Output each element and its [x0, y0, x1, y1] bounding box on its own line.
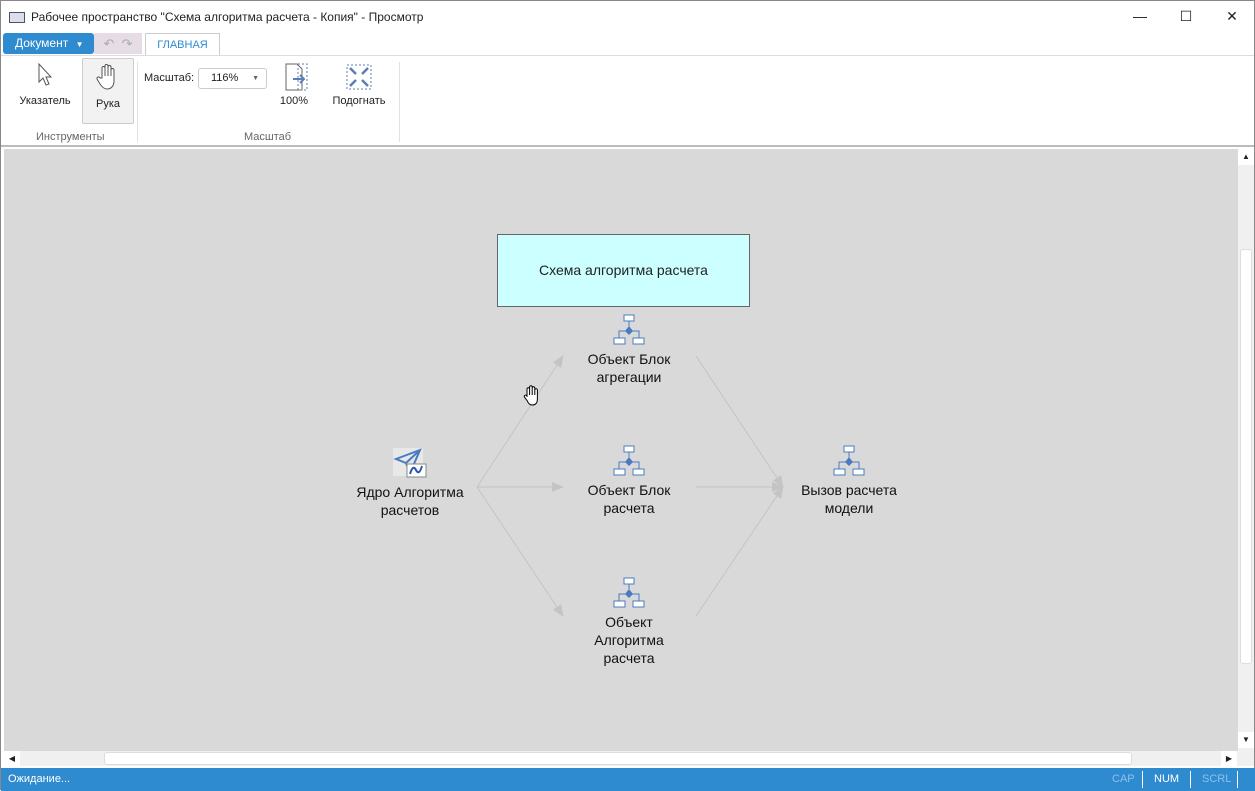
hierarchy-icon	[613, 314, 645, 345]
node-algorithm[interactable]: Объект Алгоритма расчета	[559, 577, 699, 667]
tab-main[interactable]: ГЛАВНАЯ	[145, 33, 220, 56]
divider	[399, 62, 400, 142]
group-tools-label: Инструменты	[36, 131, 105, 143]
redo-icon[interactable]: ↷	[122, 36, 133, 51]
group-scale-label: Масштаб	[244, 131, 292, 143]
hand-icon	[96, 64, 115, 90]
diagram-title-box[interactable]: Схема алгоритма расчета	[497, 234, 750, 307]
hand-tool-button[interactable]: Рука	[82, 58, 134, 124]
divider	[1237, 771, 1238, 788]
pointer-icon	[38, 62, 53, 86]
hand-cursor-icon	[523, 385, 538, 406]
scroll-left-icon[interactable]: ◀	[4, 751, 20, 766]
node-model-call[interactable]: Вызов расчета модели	[779, 445, 919, 517]
undo-icon[interactable]: ↶	[103, 36, 114, 51]
scale-select[interactable]: 116% ▼	[198, 68, 267, 89]
horizontal-scrollbar[interactable]: ◀ ▶	[4, 751, 1238, 766]
zoom-100-icon	[285, 63, 308, 91]
status-bar: Ожидание... CAP NUM SCRL	[1, 768, 1255, 791]
fit-button[interactable]: Подогнать	[327, 62, 391, 107]
close-button[interactable]: ✕	[1209, 1, 1255, 31]
vertical-scrollbar[interactable]: ▲ ▼	[1238, 149, 1254, 766]
fit-icon	[346, 64, 372, 90]
status-text: Ожидание...	[8, 773, 71, 785]
undo-redo-group: ↶ ↷	[94, 33, 142, 54]
cap-indicator: CAP	[1112, 773, 1135, 785]
minimize-button[interactable]: —	[1117, 1, 1163, 31]
horizontal-scroll-thumb[interactable]	[104, 752, 1132, 765]
num-indicator: NUM	[1154, 773, 1180, 785]
node-calc-block[interactable]: Объект Блок расчета	[559, 445, 699, 517]
maximize-button[interactable]: ☐	[1163, 1, 1209, 31]
hierarchy-icon	[613, 577, 645, 608]
diagram-canvas[interactable]: Схема алгоритма расчета Ядро Алгоритма ра…	[4, 149, 1238, 751]
chevron-down-icon: ▼	[75, 40, 84, 49]
vertical-scroll-thumb[interactable]	[1240, 249, 1252, 664]
edge-core-algo	[476, 486, 564, 617]
algorithm-core-icon	[393, 448, 427, 478]
window-title: Рабочее пространство "Схема алгоритма ра…	[9, 1, 423, 33]
scroll-up-icon[interactable]: ▲	[1238, 149, 1254, 165]
node-core[interactable]: Ядро Алгоритма расчетов	[340, 447, 480, 519]
edge-agg-call	[695, 355, 784, 488]
app-icon	[9, 12, 25, 24]
ribbon: Указатель Рука Инструменты Масштаб: 116%…	[1, 55, 1254, 147]
scale-label: Масштаб:	[144, 72, 195, 84]
node-aggregation[interactable]: Объект Блок агрегации	[559, 314, 699, 386]
divider	[137, 62, 138, 142]
edge-algo-call	[695, 486, 784, 617]
divider	[1142, 771, 1143, 788]
divider	[1190, 771, 1191, 788]
scroll-down-icon[interactable]: ▼	[1238, 732, 1254, 748]
pointer-tool-button[interactable]: Указатель	[13, 62, 77, 122]
scrl-indicator: SCRL	[1202, 773, 1232, 785]
hierarchy-icon	[833, 445, 865, 476]
zoom-100-button[interactable]: 100%	[273, 62, 315, 107]
edge-core-agg	[476, 355, 564, 488]
hierarchy-icon	[613, 445, 645, 476]
document-menu-button[interactable]: Документ ▼	[3, 33, 94, 54]
scroll-right-icon[interactable]: ▶	[1221, 751, 1237, 766]
chevron-down-icon: ▼	[252, 75, 259, 82]
